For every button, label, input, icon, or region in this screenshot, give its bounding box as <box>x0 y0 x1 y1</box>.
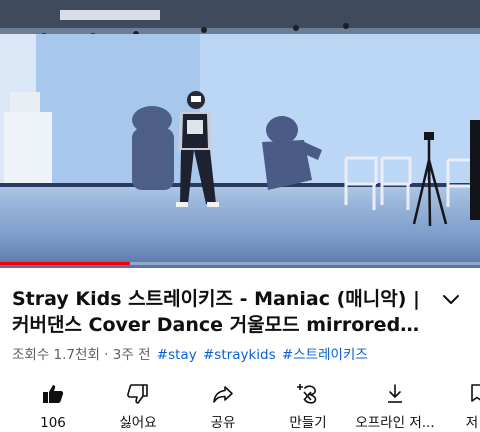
video-meta: 조회수 1.7천회 · 3주 전 #stay #straykids #스트레이키… <box>12 345 368 365</box>
progress-bar[interactable] <box>0 262 480 265</box>
video-title-line-2: 커버댄스 Cover Dance 거울모드 mirrored… <box>12 314 420 336</box>
save-label: 저 <box>465 415 479 431</box>
remix-label: 만들기 <box>289 415 327 431</box>
share-icon <box>213 386 233 403</box>
upload-age: 3주 전 <box>112 347 151 363</box>
video-title[interactable]: Stray Kids 스트레이키즈 - Maniac (매니악) | 커버댄스 … <box>12 286 428 338</box>
dislike-button[interactable]: 싫어요 <box>93 378 183 432</box>
meta-separator: · <box>104 347 109 363</box>
video-player[interactable] <box>0 0 480 268</box>
remix-icon <box>297 384 317 404</box>
action-bar: 106 싫어요 공유 만들기 오프라인 저... 저 <box>0 378 480 432</box>
hashtag-straykids-korean[interactable]: #스트레이키즈 <box>282 347 368 363</box>
view-count: 조회수 1.7천회 <box>12 347 100 363</box>
like-count: 106 <box>40 415 66 431</box>
progress-fill <box>0 262 130 265</box>
save-button[interactable]: 저 <box>452 378 480 432</box>
video-frame <box>0 0 480 268</box>
dislike-label: 싫어요 <box>119 415 157 431</box>
remix-button[interactable]: 만들기 <box>263 378 353 432</box>
chevron-down-icon <box>443 295 459 304</box>
like-button[interactable]: 106 <box>8 378 98 432</box>
video-title-line-1: Stray Kids 스트레이키즈 - Maniac (매니악) | <box>12 288 420 310</box>
download-button[interactable]: 오프라인 저... <box>350 378 440 432</box>
expand-description-button[interactable] <box>438 290 464 310</box>
save-to-playlist-icon <box>471 384 480 402</box>
download-icon <box>388 384 402 403</box>
thumbs-up-icon <box>43 385 64 403</box>
share-button[interactable]: 공유 <box>178 378 268 432</box>
hashtag-stay[interactable]: #stay <box>157 347 197 363</box>
download-label: 오프라인 저... <box>355 415 435 431</box>
hashtag-straykids[interactable]: #straykids <box>203 347 276 363</box>
thumbs-down-icon <box>127 384 148 404</box>
share-label: 공유 <box>210 415 236 431</box>
